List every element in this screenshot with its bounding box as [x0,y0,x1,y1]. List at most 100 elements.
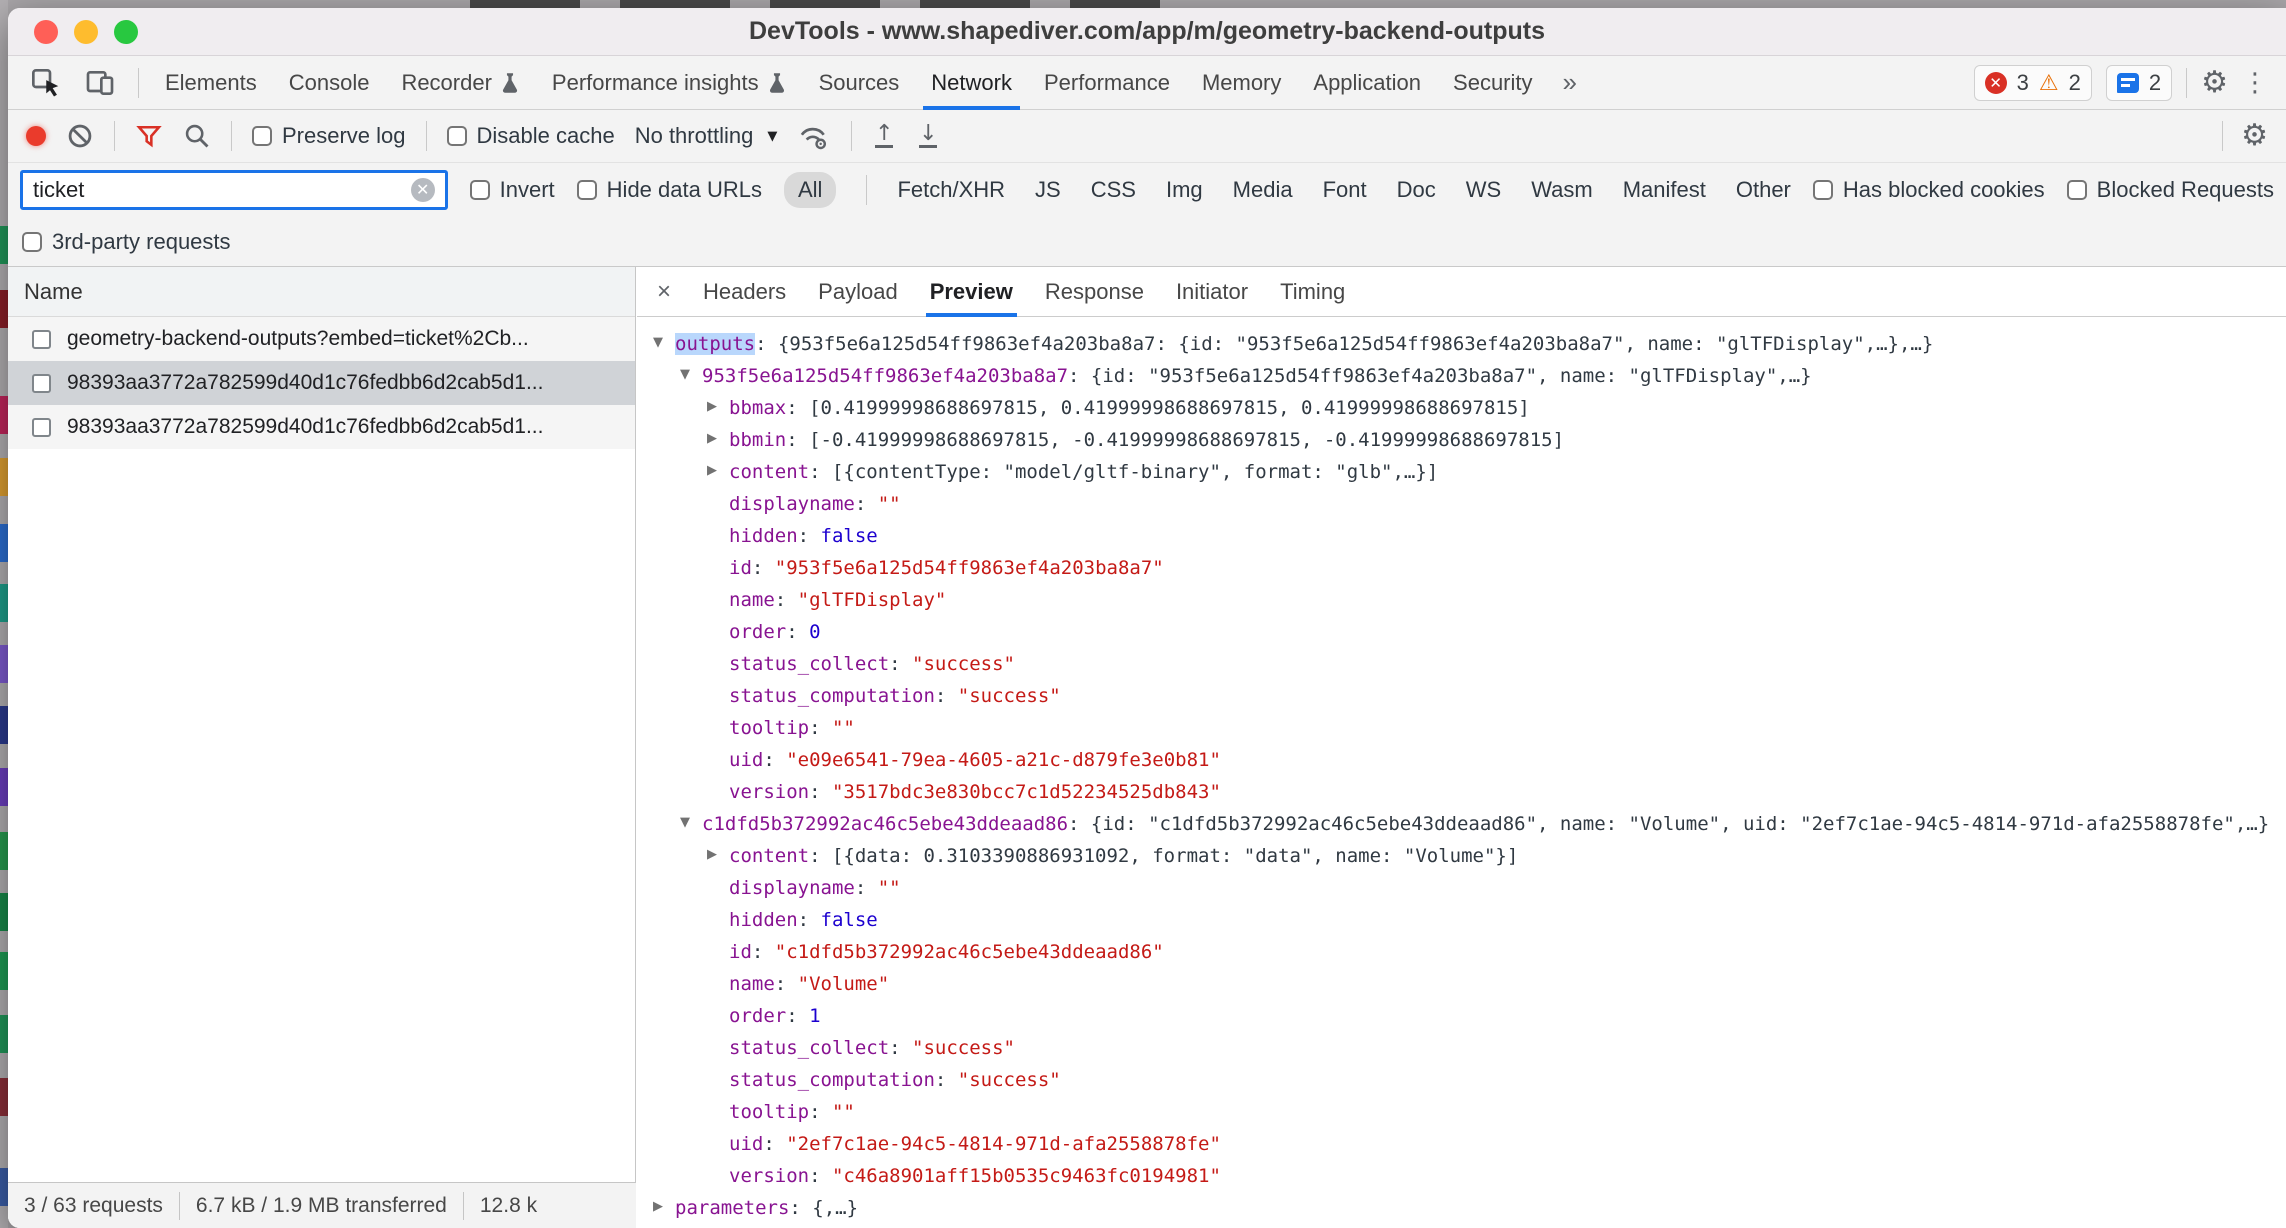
details-tab-timing[interactable]: Timing [1264,267,1361,317]
request-row[interactable]: geometry-backend-outputs?embed=ticket%2C… [8,317,635,361]
type-filter-fetch-xhr[interactable]: Fetch/XHR [897,177,1005,203]
tab-network[interactable]: Network [915,56,1028,110]
export-har-icon[interactable]: ↓ [916,124,940,148]
more-tabs-chevron[interactable]: » [1549,67,1591,98]
tree-row[interactable]: ▼953f5e6a125d54ff9863ef4a203ba8a7: {id: … [637,360,2286,392]
network-settings-gear-icon[interactable]: ⚙ [2241,121,2268,151]
tree-row[interactable]: uid: "e09e6541-79ea-4605-a21c-d879fe3e0b… [637,744,2286,776]
tree-row[interactable]: ▶bbmin: [-0.41999998688697815, -0.419999… [637,424,2286,456]
type-filter-all[interactable]: All [784,172,836,208]
request-row[interactable]: 98393aa3772a782599d40d1c76fedbb6d2cab5d1… [8,361,635,405]
more-options-icon[interactable]: ⋮ [2242,67,2268,98]
filter-input[interactable]: ✕ [20,170,448,210]
network-conditions-icon[interactable] [797,121,831,151]
details-tab-initiator[interactable]: Initiator [1160,267,1264,317]
tree-row[interactable]: displayname: "" [637,872,2286,904]
record-network-log-button[interactable] [26,126,46,146]
close-details-icon[interactable]: × [637,278,687,306]
checkbox[interactable] [470,180,490,200]
type-filter-img[interactable]: Img [1166,177,1203,203]
checkbox[interactable] [577,180,597,200]
tab-console[interactable]: Console [273,56,386,110]
tree-row[interactable]: ▶parameters: {,…} [637,1192,2286,1224]
import-har-icon[interactable]: ↑ [872,124,896,148]
preserve-log-checkbox[interactable]: Preserve log [252,123,406,149]
console-errors-warnings-badge[interactable]: ✕ 3 ⚠ 2 [1974,65,2092,101]
type-filter-font[interactable]: Font [1323,177,1367,203]
blocked-requests-checkbox[interactable]: Blocked Requests [2067,177,2274,203]
request-checkbox[interactable] [32,418,51,437]
tree-row[interactable]: id: "c1dfd5b372992ac46c5ebe43ddeaad86" [637,936,2286,968]
hide-data-urls-checkbox[interactable]: Hide data URLs [577,177,762,203]
tree-row[interactable]: ▶content: [{contentType: "model/gltf-bin… [637,456,2286,488]
tree-row[interactable]: name: "glTFDisplay" [637,584,2286,616]
type-filter-ws[interactable]: WS [1466,177,1501,203]
tree-row[interactable]: status_collect: "success" [637,648,2286,680]
tree-row[interactable]: tooltip: "" [637,712,2286,744]
clear-network-log-icon[interactable] [66,122,94,150]
details-tab-headers[interactable]: Headers [687,267,802,317]
tree-row[interactable]: displayname: "" [637,488,2286,520]
request-checkbox[interactable] [32,374,51,393]
tree-row[interactable]: order: 0 [637,616,2286,648]
collapse-arrow-icon[interactable]: ▼ [680,808,702,839]
third-party-requests-checkbox[interactable]: 3rd-party requests [22,229,231,255]
issues-badge[interactable]: 2 [2106,65,2172,101]
tree-row[interactable]: ▶bbmax: [0.41999998688697815, 0.41999998… [637,392,2286,424]
tree-row[interactable]: ▼outputs: {953f5e6a125d54ff9863ef4a203ba… [637,328,2286,360]
tree-row[interactable]: name: "Volume" [637,968,2286,1000]
disable-cache-checkbox[interactable]: Disable cache [447,123,615,149]
checkbox[interactable] [1813,180,1833,200]
inspect-element-icon[interactable] [30,67,62,99]
tree-row[interactable]: sessionId: "45300348-e748-484b-8407-4877… [637,1224,2286,1228]
expand-arrow-icon[interactable]: ▶ [653,1192,675,1223]
has-blocked-cookies-checkbox[interactable]: Has blocked cookies [1813,177,2045,203]
tab-recorder[interactable]: Recorder [385,56,535,110]
tree-row[interactable]: id: "953f5e6a125d54ff9863ef4a203ba8a7" [637,552,2286,584]
checkbox[interactable] [2067,180,2087,200]
tree-row[interactable]: status_computation: "success" [637,680,2286,712]
details-tab-response[interactable]: Response [1029,267,1160,317]
collapse-arrow-icon[interactable]: ▼ [680,360,702,391]
tab-elements[interactable]: Elements [149,56,273,110]
request-checkbox[interactable] [32,330,51,349]
tree-row[interactable]: ▼c1dfd5b372992ac46c5ebe43ddeaad86: {id: … [637,808,2286,840]
expand-arrow-icon[interactable]: ▶ [707,456,729,487]
search-icon[interactable] [183,122,211,150]
type-filter-css[interactable]: CSS [1091,177,1136,203]
device-toolbar-icon[interactable] [84,67,116,99]
type-filter-wasm[interactable]: Wasm [1531,177,1593,203]
details-tab-payload[interactable]: Payload [802,267,914,317]
checkbox[interactable] [22,232,42,252]
tree-row[interactable]: ▶content: [{data: 0.3103390886931092, fo… [637,840,2286,872]
settings-gear-icon[interactable]: ⚙ [2201,68,2228,98]
tab-memory[interactable]: Memory [1186,56,1297,110]
type-filter-manifest[interactable]: Manifest [1623,177,1706,203]
collapse-arrow-icon[interactable]: ▼ [653,328,675,359]
tab-security[interactable]: Security [1437,56,1548,110]
checkbox[interactable] [252,126,272,146]
request-row[interactable]: 98393aa3772a782599d40d1c76fedbb6d2cab5d1… [8,405,635,449]
tree-row[interactable]: hidden: false [637,904,2286,936]
throttling-dropdown[interactable]: No throttling ▼ [635,123,778,149]
expand-arrow-icon[interactable]: ▶ [707,424,729,455]
checkbox[interactable] [447,126,467,146]
expand-arrow-icon[interactable]: ▶ [707,392,729,423]
tab-performance[interactable]: Performance [1028,56,1186,110]
details-tab-preview[interactable]: Preview [914,267,1029,317]
type-filter-media[interactable]: Media [1233,177,1293,203]
tree-row[interactable]: tooltip: "" [637,1096,2286,1128]
filter-funnel-icon[interactable] [135,122,163,150]
tab-performance-insights[interactable]: Performance insights [536,56,803,110]
type-filter-other[interactable]: Other [1736,177,1791,203]
filter-text-input[interactable] [33,177,411,203]
invert-checkbox[interactable]: Invert [470,177,555,203]
tree-row[interactable]: order: 1 [637,1000,2286,1032]
tree-row[interactable]: version: "c46a8901aff15b0535c9463fc01949… [637,1160,2286,1192]
tree-row[interactable]: version: "3517bdc3e830bcc7c1d52234525db8… [637,776,2286,808]
tab-application[interactable]: Application [1297,56,1437,110]
tree-row[interactable]: status_collect: "success" [637,1032,2286,1064]
tree-row[interactable]: hidden: false [637,520,2286,552]
type-filter-doc[interactable]: Doc [1397,177,1436,203]
name-column-header[interactable]: Name [8,267,635,317]
